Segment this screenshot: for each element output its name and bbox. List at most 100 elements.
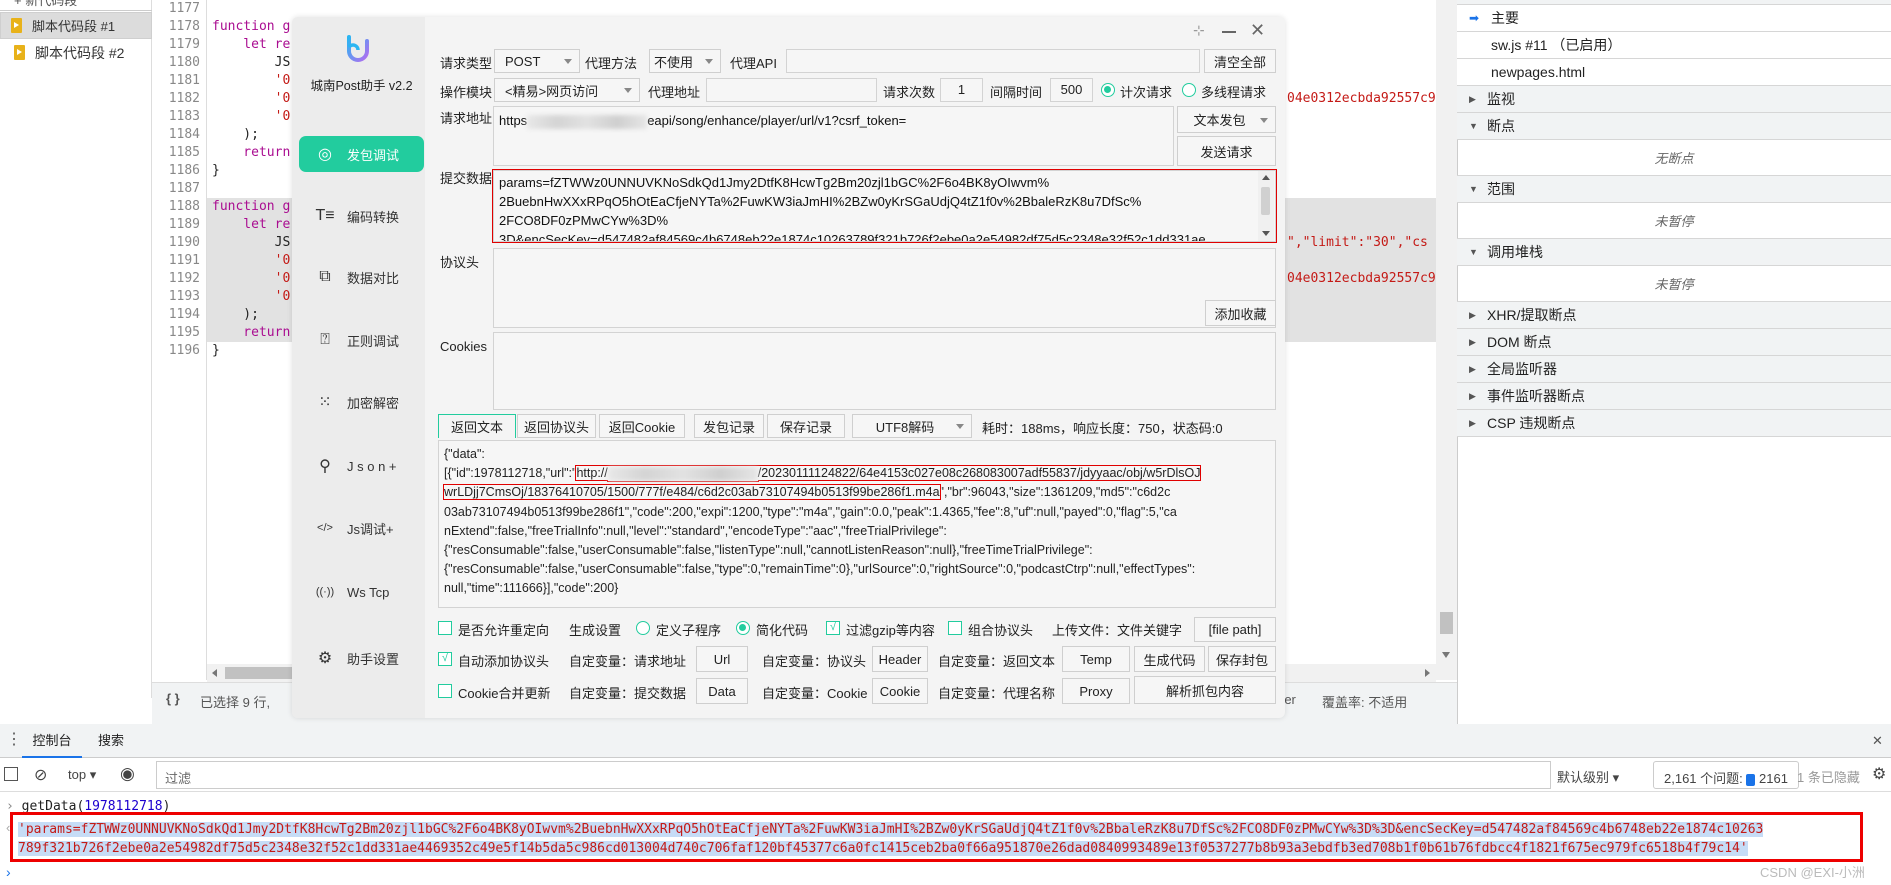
response-tab-2[interactable]: 返回Cookie [599,414,685,438]
tab-search[interactable]: 搜索 [98,724,124,758]
body-input[interactable]: params=fZTWWz0UNNUVKNoSdkQd1Jmy2DtfK8Hcw… [492,169,1277,243]
scroll-down-arrow-icon[interactable] [1442,652,1450,658]
response-tab-0[interactable]: 返回文本 [438,414,516,438]
section-header[interactable]: ▶ DOM 断点 [1457,329,1891,356]
code-line: JS [212,235,291,250]
redirect-checkbox[interactable] [438,621,452,635]
new-snippet-link[interactable]: + 新代码段 [14,0,77,9]
nav-item-8[interactable]: ⚙ 助手设置 [299,640,424,676]
url-var-button[interactable]: Url [696,646,748,672]
snippet-item-1[interactable]: 脚本代码段 #1 [0,12,152,39]
nav-label: J s o n + [347,458,397,474]
minimize-icon[interactable] [1222,31,1236,33]
nav-item-2[interactable]: ⧉ 数据对比 [299,259,424,295]
file-path-button[interactable]: [file path] [1194,617,1276,642]
interval-input[interactable]: 500 [1050,78,1093,102]
combine-headers-checkbox[interactable] [948,621,962,635]
section-header[interactable]: ▶ 全局监听器 [1457,356,1891,383]
radio-thread-mode[interactable] [1182,83,1196,97]
pin-icon[interactable]: ⊹ [1193,22,1205,39]
send-mode-select[interactable]: 文本发包 [1177,106,1276,133]
response-tab-4[interactable]: 保存记录 [767,414,845,438]
save-packet-button[interactable]: 保存封包 [1208,646,1276,672]
module-select[interactable]: <精易>网页访问 [494,78,640,102]
generate-code-button[interactable]: 生成代码 [1134,646,1205,672]
console-output[interactable]: 'params=fZTWWz0UNNUVKNoSdkQd1Jmy2DtfK8Hc… [18,820,1863,858]
log-level-select[interactable]: 默认级别 ▾ [1557,767,1619,786]
scroll-right-arrow-icon[interactable] [1425,669,1430,677]
response-tab-1[interactable]: 返回协议头 [517,414,596,438]
proxy-api-input[interactable] [786,49,1200,73]
section-header[interactable]: ▶ 事件监听器断点 [1457,383,1891,410]
section-header[interactable]: ▶ CSP 违规断点 [1457,410,1891,437]
request-count-input[interactable]: 1 [940,78,983,102]
more-tools-icon[interactable]: ⋮ [6,729,22,749]
thread-item[interactable]: newpages.html [1457,59,1891,86]
pretty-print-icon[interactable]: { } [166,691,180,706]
issues-button[interactable]: 2,161 个问题: 2161 [1653,761,1799,789]
cookies-input[interactable] [493,332,1276,410]
response-text[interactable]: {"data": [{"id":1978112718,"url":"http://… [438,440,1276,608]
scroll-down-arrow-icon[interactable] [1262,231,1270,236]
cookie-var-button[interactable]: Cookie [872,678,928,704]
parse-capture-button[interactable]: 解析抓包内容 [1134,676,1276,704]
nav-item-3[interactable]: ⍰ 正则调试 [299,322,424,358]
clear-all-button[interactable]: 清空全部 [1204,49,1276,73]
console-settings-gear-icon[interactable]: ⚙ [1872,764,1886,784]
scroll-up-arrow-icon[interactable] [1262,175,1270,180]
scroll-thumb[interactable] [1440,612,1453,634]
cookie-merge-checkbox[interactable] [438,684,452,698]
gzip-checkbox[interactable]: √ [826,621,840,635]
decode-select[interactable]: UTF8解码 [852,414,972,438]
nav-item-4[interactable]: ⁙ 加密解密 [299,384,424,420]
tab-console[interactable]: 控制台 [22,724,82,758]
editor-vertical-scrollbar[interactable] [1436,0,1457,680]
line-number: 1178 [168,19,200,34]
url-input[interactable]: https eapi/song/enhance/player/url/v1?csr… [493,106,1174,166]
temp-var-button[interactable]: Temp [1062,646,1130,672]
snippet-item-2[interactable]: 脚本代码段 #2 [0,39,152,66]
triangle-right-icon: ▶ [1469,336,1476,347]
subroutine-radio[interactable] [636,621,650,635]
simplify-radio[interactable] [736,621,750,635]
thread-label: 主要 [1491,10,1519,26]
live-expression-eye-icon[interactable]: ◉ [120,764,135,784]
header-var-button[interactable]: Header [872,646,928,672]
console-prompt-icon[interactable]: › [6,864,11,880]
thread-item[interactable]: sw.js #11 （已启用） [1457,32,1891,59]
response-line: [{"id":1978112718,"url":"http:///2023011… [444,465,1202,482]
response-tab-3[interactable]: 发包记录 [694,414,764,438]
section-header[interactable]: ▶ XHR/提取断点 [1457,302,1891,329]
context-select[interactable]: top ▾ [68,767,96,783]
clear-console-icon[interactable]: ⊘ [34,765,47,785]
scroll-left-arrow-icon[interactable] [212,669,217,677]
scroll-thumb[interactable] [1261,187,1270,215]
nav-item-1[interactable]: T≡ 编码转换 [299,198,424,234]
headers-input[interactable] [493,248,1276,328]
section-header[interactable]: ▶ 监视 [1457,86,1891,113]
data-var-button[interactable]: Data [696,678,748,704]
proxy-method-select[interactable]: 不使用 [649,49,721,73]
close-drawer-icon[interactable]: ✕ [1872,733,1883,749]
section-header[interactable]: ▼ 调用堆栈 [1457,239,1891,266]
nav-item-7[interactable]: ((·)) Ws Tcp [299,574,424,610]
nav-item-6[interactable]: </> Js调试+ [299,510,424,546]
nav-item-0[interactable]: ◎ 发包调试 [299,136,424,172]
close-icon[interactable]: ✕ [1250,20,1265,41]
request-type-select[interactable]: POST [494,49,580,73]
proxy-address-input[interactable] [706,78,877,102]
section-header[interactable]: ▼ 范围 [1457,176,1891,203]
thread-item[interactable]: ➡ 主要 [1457,5,1891,32]
radio-count-mode[interactable] [1101,83,1115,97]
section-label: DOM 断点 [1487,334,1552,350]
auto-headers-checkbox[interactable]: √ [438,652,452,666]
section-header[interactable]: ▼ 断点 [1457,113,1891,140]
body-scrollbar[interactable] [1258,171,1274,241]
nav-item-5[interactable]: ⚲ J s o n + [299,448,424,484]
add-favorite-button[interactable]: 添加收藏 [1205,300,1276,326]
proxy-var-button[interactable]: Proxy [1062,678,1130,704]
filter-input[interactable]: 过滤 [156,761,1551,789]
send-request-button[interactable]: 发送请求 [1177,136,1276,166]
sidebar-toggle-icon[interactable] [4,767,18,781]
line-number: 1183 [168,109,200,124]
